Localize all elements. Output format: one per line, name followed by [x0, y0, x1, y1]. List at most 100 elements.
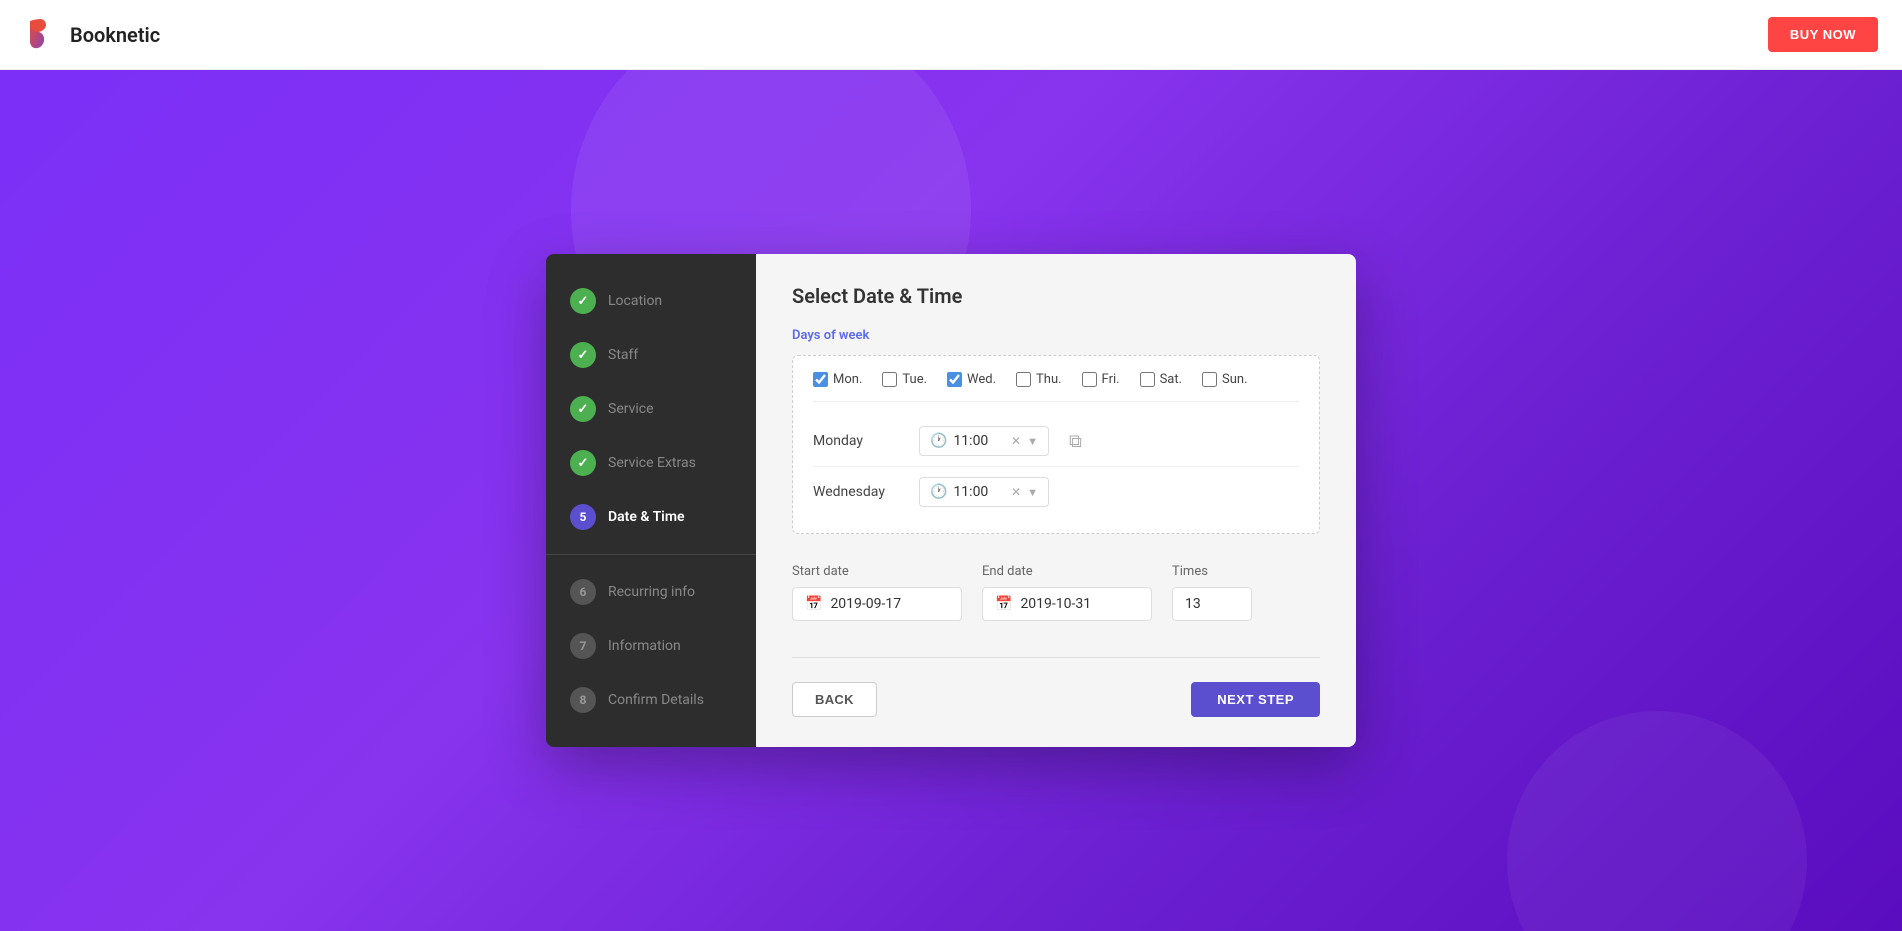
day-check-thu[interactable]: Thu. [1016, 372, 1062, 387]
monday-dropdown-icon[interactable]: ▼ [1027, 435, 1038, 448]
time-row-monday: Monday 🕐 11:00 ✕ ▼ ⧉ [813, 416, 1299, 467]
times-input[interactable]: 13 [1172, 587, 1252, 621]
times-group: Times 13 [1172, 564, 1252, 621]
monday-time-input[interactable]: 🕐 11:00 ✕ ▼ [919, 426, 1049, 456]
monday-time-value: 11:00 [953, 433, 1005, 449]
logo-text: Booknetic [70, 23, 160, 47]
day-label-thu: Thu. [1036, 372, 1062, 387]
day-check-sun[interactable]: Sun. [1202, 372, 1248, 387]
sidebar-item-location[interactable]: ✓ Location [546, 274, 756, 328]
checkmark-icon-3: ✓ [578, 402, 589, 417]
day-check-wed[interactable]: Wed. [947, 372, 996, 387]
end-date-input[interactable]: 📅 2019-10-31 [982, 587, 1152, 621]
sidebar-label-confirm: Confirm Details [608, 692, 704, 708]
checkbox-tue[interactable] [882, 372, 897, 387]
day-label-sun: Sun. [1222, 372, 1248, 387]
day-label-tue: Tue. [902, 372, 927, 387]
day-label-fri: Fri. [1102, 372, 1120, 387]
step-circle-7: 7 [570, 633, 596, 659]
sidebar-label-service: Service [608, 401, 654, 417]
step-circle-8: 8 [570, 687, 596, 713]
days-of-week-label: Days of week [792, 328, 1320, 343]
times-label: Times [1172, 564, 1252, 579]
days-selector-panel: Mon. Tue. Wed. Thu. [792, 355, 1320, 534]
checkbox-fri[interactable] [1082, 372, 1097, 387]
booknetic-logo-icon [24, 17, 60, 53]
checkbox-thu[interactable] [1016, 372, 1031, 387]
day-check-sat[interactable]: Sat. [1140, 372, 1182, 387]
wednesday-time-value: 11:00 [953, 484, 1005, 500]
sidebar-item-recurring[interactable]: 6 Recurring info [546, 565, 756, 619]
checkmark-icon-1: ✓ [578, 294, 589, 309]
end-date-group: End date 📅 2019-10-31 [982, 564, 1152, 621]
sidebar-item-information[interactable]: 7 Information [546, 619, 756, 673]
checkmark-icon-2: ✓ [578, 348, 589, 363]
start-date-group: Start date 📅 2019-09-17 [792, 564, 962, 621]
sidebar-item-date-time[interactable]: 5 Date & Time [546, 490, 756, 544]
monday-clear-icon[interactable]: ✕ [1011, 434, 1021, 448]
time-row-wednesday: Wednesday 🕐 11:00 ✕ ▼ [813, 467, 1299, 517]
checkbox-sun[interactable] [1202, 372, 1217, 387]
sidebar: ✓ Location ✓ Staff ✓ Service ✓ Se [546, 254, 756, 747]
sidebar-label-information: Information [608, 638, 681, 654]
day-label-sat: Sat. [1160, 372, 1182, 387]
footer-actions: BACK NEXT STEP [792, 657, 1320, 717]
sidebar-label-service-extras: Service Extras [608, 455, 696, 471]
calendar-icon-end: 📅 [995, 596, 1012, 612]
sidebar-label-staff: Staff [608, 347, 638, 363]
buy-now-button[interactable]: BUY NOW [1768, 17, 1878, 52]
step-number-8: 8 [580, 693, 587, 707]
day-label-wed: Wed. [967, 372, 996, 387]
start-date-input[interactable]: 📅 2019-09-17 [792, 587, 962, 621]
wednesday-dropdown-icon[interactable]: ▼ [1027, 486, 1038, 499]
step-circle-4: ✓ [570, 450, 596, 476]
copy-icon-monday[interactable]: ⧉ [1069, 431, 1082, 452]
day-check-fri[interactable]: Fri. [1082, 372, 1120, 387]
step-circle-1: ✓ [570, 288, 596, 314]
step-circle-6: 6 [570, 579, 596, 605]
step-number-5: 5 [580, 510, 587, 524]
background-area: ✓ Location ✓ Staff ✓ Service ✓ Se [0, 70, 1902, 931]
sidebar-divider [546, 554, 756, 555]
sidebar-item-confirm[interactable]: 8 Confirm Details [546, 673, 756, 727]
main-content: Select Date & Time Days of week Mon. Tue… [756, 254, 1356, 747]
sidebar-label-recurring: Recurring info [608, 584, 695, 600]
sidebar-item-service[interactable]: ✓ Service [546, 382, 756, 436]
end-date-value: 2019-10-31 [1020, 596, 1091, 612]
times-value: 13 [1185, 596, 1201, 612]
step-circle-3: ✓ [570, 396, 596, 422]
checkmark-icon-4: ✓ [578, 456, 589, 471]
page-title: Select Date & Time [792, 284, 1320, 308]
days-checkboxes-row: Mon. Tue. Wed. Thu. [813, 372, 1299, 402]
checkbox-sat[interactable] [1140, 372, 1155, 387]
wednesday-label: Wednesday [813, 484, 903, 500]
step-number-6: 6 [580, 585, 587, 599]
sidebar-item-staff[interactable]: ✓ Staff [546, 328, 756, 382]
wednesday-time-input[interactable]: 🕐 11:00 ✕ ▼ [919, 477, 1049, 507]
start-date-value: 2019-09-17 [830, 596, 901, 612]
calendar-icon-start: 📅 [805, 596, 822, 612]
checkbox-mon[interactable] [813, 372, 828, 387]
day-check-tue[interactable]: Tue. [882, 372, 927, 387]
sidebar-item-service-extras[interactable]: ✓ Service Extras [546, 436, 756, 490]
clock-icon-wednesday: 🕐 [930, 484, 947, 500]
navbar: Booknetic BUY NOW [0, 0, 1902, 70]
date-fields-row: Start date 📅 2019-09-17 End date 📅 2019-… [792, 564, 1320, 621]
modal-container: ✓ Location ✓ Staff ✓ Service ✓ Se [546, 254, 1356, 747]
day-label-mon: Mon. [833, 372, 862, 387]
monday-label: Monday [813, 433, 903, 449]
step-number-7: 7 [580, 639, 587, 653]
logo-container: Booknetic [24, 17, 160, 53]
clock-icon-monday: 🕐 [930, 433, 947, 449]
sidebar-label-location: Location [608, 293, 662, 309]
sidebar-label-date-time: Date & Time [608, 509, 685, 525]
wednesday-clear-icon[interactable]: ✕ [1011, 485, 1021, 499]
next-step-button[interactable]: NEXT STEP [1191, 682, 1320, 717]
step-circle-2: ✓ [570, 342, 596, 368]
end-date-label: End date [982, 564, 1152, 579]
back-button[interactable]: BACK [792, 682, 877, 717]
day-check-mon[interactable]: Mon. [813, 372, 862, 387]
step-circle-5: 5 [570, 504, 596, 530]
checkbox-wed[interactable] [947, 372, 962, 387]
start-date-label: Start date [792, 564, 962, 579]
